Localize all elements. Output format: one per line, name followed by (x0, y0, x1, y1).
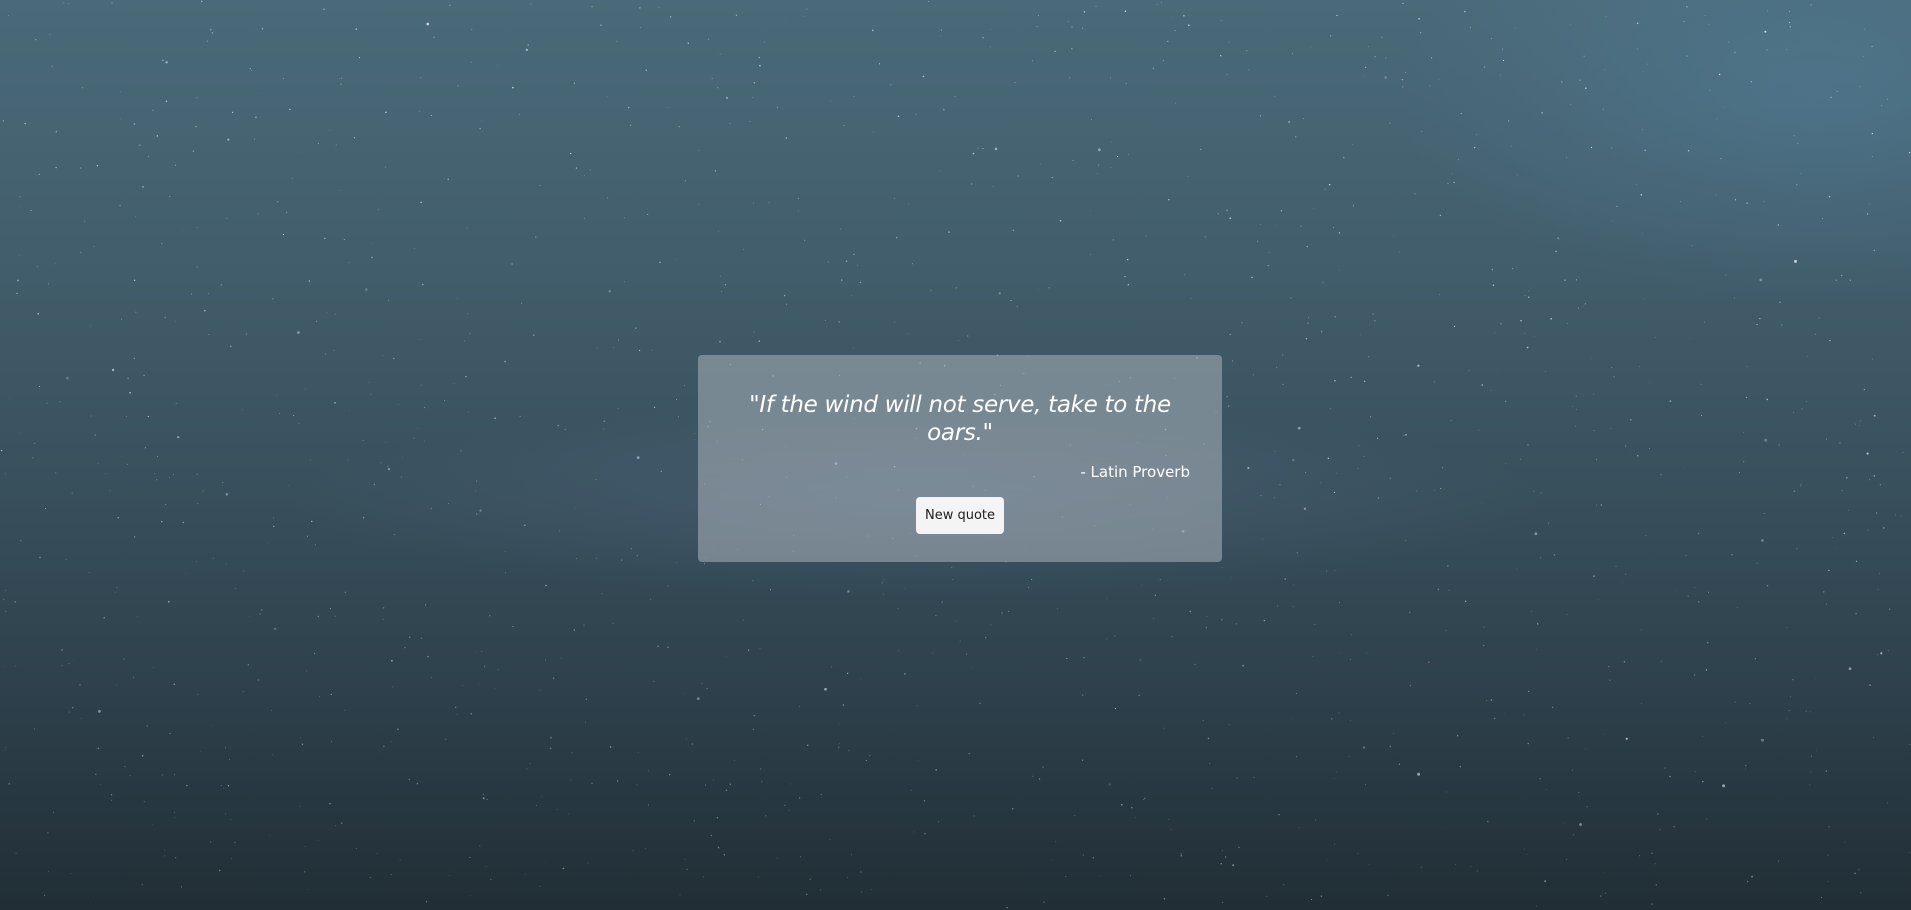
quote-author: - Latin Proverb (1080, 463, 1190, 481)
quote-box: "If the wind will not serve, take to the… (698, 355, 1222, 562)
new-quote-button[interactable]: New quote (916, 497, 1004, 534)
quote-text: "If the wind will not serve, take to the… (749, 392, 1171, 446)
